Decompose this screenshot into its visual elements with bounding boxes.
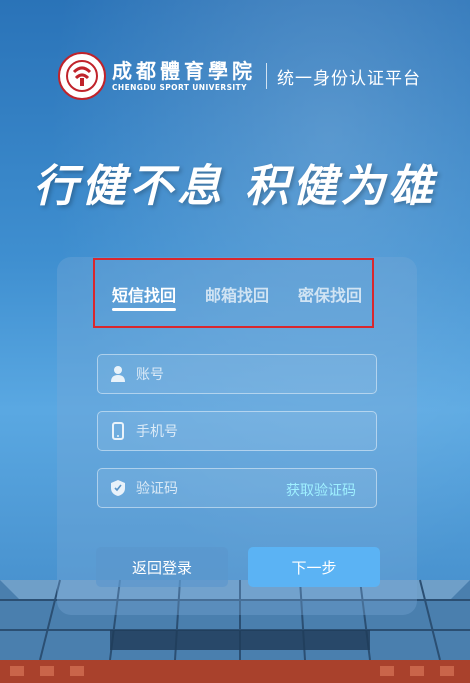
tab-sms-recovery[interactable]: 短信找回: [112, 282, 176, 306]
active-tab-underline: [112, 308, 176, 311]
phone-icon: [112, 422, 124, 440]
verification-code-input[interactable]: [134, 469, 308, 509]
header-divider: [266, 63, 267, 89]
next-step-button[interactable]: 下一步: [248, 547, 380, 587]
verification-code-field: 获取验证码: [97, 468, 377, 509]
back-to-login-button[interactable]: 返回登录: [96, 547, 228, 587]
school-name-cn: 成都體育學院: [112, 59, 256, 83]
account-field: [97, 354, 377, 395]
logo-emblem-icon: [66, 60, 98, 92]
tab-email-recovery[interactable]: 邮箱找回: [205, 282, 269, 306]
phone-input[interactable]: [134, 412, 308, 452]
brand-text: 成都體育學院 CHENGDU SPORT UNIVERSITY: [112, 59, 256, 93]
slogan: 行健不息 积健为雄: [33, 161, 437, 212]
platform-title: 统一身份认证平台: [277, 68, 421, 89]
phone-field: [97, 411, 377, 452]
tab-security-question-recovery[interactable]: 密保找回: [298, 282, 362, 306]
shield-icon: [111, 480, 125, 496]
brand-header: 成都體育學院 CHENGDU SPORT UNIVERSITY 统一身份认证平台: [58, 50, 421, 102]
account-input[interactable]: [134, 355, 308, 395]
get-code-link[interactable]: 获取验证码: [286, 480, 356, 500]
school-logo: [58, 52, 106, 100]
user-icon: [111, 366, 125, 382]
school-name-en: CHENGDU SPORT UNIVERSITY: [112, 83, 247, 92]
